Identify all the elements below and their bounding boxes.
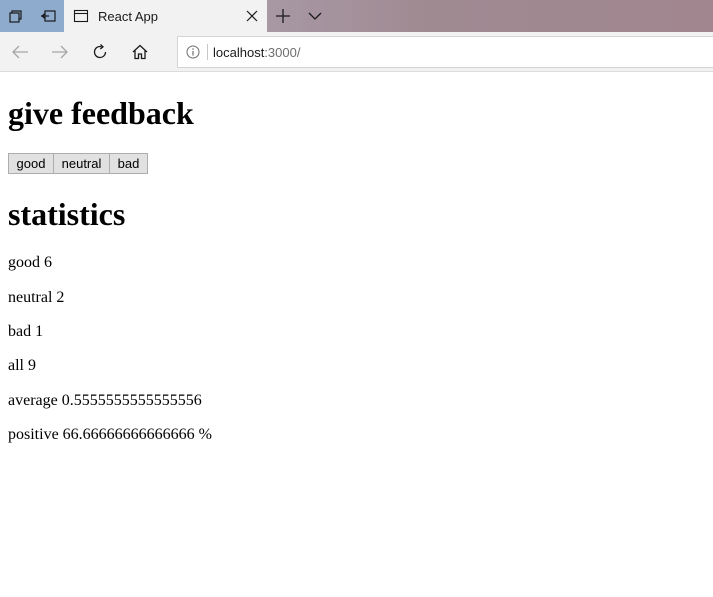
stat-bad-label: bad bbox=[8, 323, 32, 340]
tab-actions-icon bbox=[9, 9, 23, 23]
forward-button[interactable] bbox=[40, 32, 80, 72]
refresh-button[interactable] bbox=[80, 32, 120, 72]
stat-good-label: good bbox=[8, 254, 40, 271]
set-aside-tabs-icon bbox=[40, 9, 56, 23]
tab-list-button[interactable] bbox=[299, 0, 331, 32]
stat-all: all 9 bbox=[8, 357, 36, 375]
page-content: give feedback good neutral bad statistic… bbox=[0, 73, 713, 597]
chevron-down-icon bbox=[308, 11, 322, 21]
bad-button[interactable]: bad bbox=[109, 153, 148, 174]
stat-average-value: 0.5555555555555556 bbox=[61, 392, 202, 409]
tab-react-app[interactable]: React App bbox=[64, 0, 267, 32]
stat-all-label: all bbox=[8, 357, 24, 374]
close-icon bbox=[246, 10, 258, 22]
tab-actions-button[interactable] bbox=[0, 0, 32, 32]
good-button[interactable]: good bbox=[8, 153, 54, 174]
close-tab-button[interactable] bbox=[237, 0, 267, 32]
home-button[interactable] bbox=[120, 32, 160, 72]
plus-icon bbox=[276, 9, 290, 23]
stat-positive: positive 66.66666666666666 % bbox=[8, 426, 212, 444]
stat-good-value: 6 bbox=[44, 254, 52, 271]
new-tab-button[interactable] bbox=[267, 0, 299, 32]
url-host: localhost bbox=[213, 44, 265, 60]
stat-all-value: 9 bbox=[28, 357, 36, 374]
tab-bar: React App bbox=[0, 0, 713, 32]
stat-neutral-value: 2 bbox=[56, 289, 65, 306]
address-bar[interactable]: localhost:3000/ bbox=[177, 36, 713, 68]
info-icon[interactable] bbox=[186, 45, 200, 59]
stat-positive-value: 66.66666666666666 bbox=[62, 426, 195, 443]
stat-average: average 0.5555555555555556 bbox=[8, 392, 202, 410]
neutral-button[interactable]: neutral bbox=[53, 153, 110, 174]
stat-good: good 6 bbox=[8, 254, 52, 272]
page-icon bbox=[73, 8, 89, 24]
browser-window: React App localhost:3000/ give feedback … bbox=[0, 0, 713, 597]
navigation-bar: localhost:3000/ bbox=[0, 32, 713, 72]
refresh-icon bbox=[92, 44, 108, 60]
stat-positive-label: positive bbox=[8, 426, 59, 443]
stat-bad-value: 1 bbox=[35, 323, 44, 340]
feedback-buttons: good neutral bad bbox=[8, 153, 148, 174]
back-button[interactable] bbox=[0, 32, 40, 72]
stat-bad: bad 1 bbox=[8, 323, 43, 341]
stat-neutral-label: neutral bbox=[8, 289, 53, 306]
statistics-heading: statistics bbox=[8, 196, 126, 232]
tab-title: React App bbox=[98, 8, 158, 24]
set-aside-tabs-button[interactable] bbox=[32, 0, 64, 32]
url-text[interactable]: localhost:3000/ bbox=[213, 45, 300, 60]
arrow-left-icon bbox=[11, 44, 29, 60]
stat-average-label: average bbox=[8, 392, 58, 409]
stat-positive-unit: % bbox=[198, 426, 212, 443]
url-path: :3000/ bbox=[264, 44, 301, 60]
stat-neutral: neutral 2 bbox=[8, 289, 64, 307]
home-icon bbox=[132, 44, 148, 60]
arrow-right-icon bbox=[51, 44, 69, 60]
address-divider bbox=[207, 44, 208, 60]
feedback-heading: give feedback bbox=[8, 95, 194, 131]
